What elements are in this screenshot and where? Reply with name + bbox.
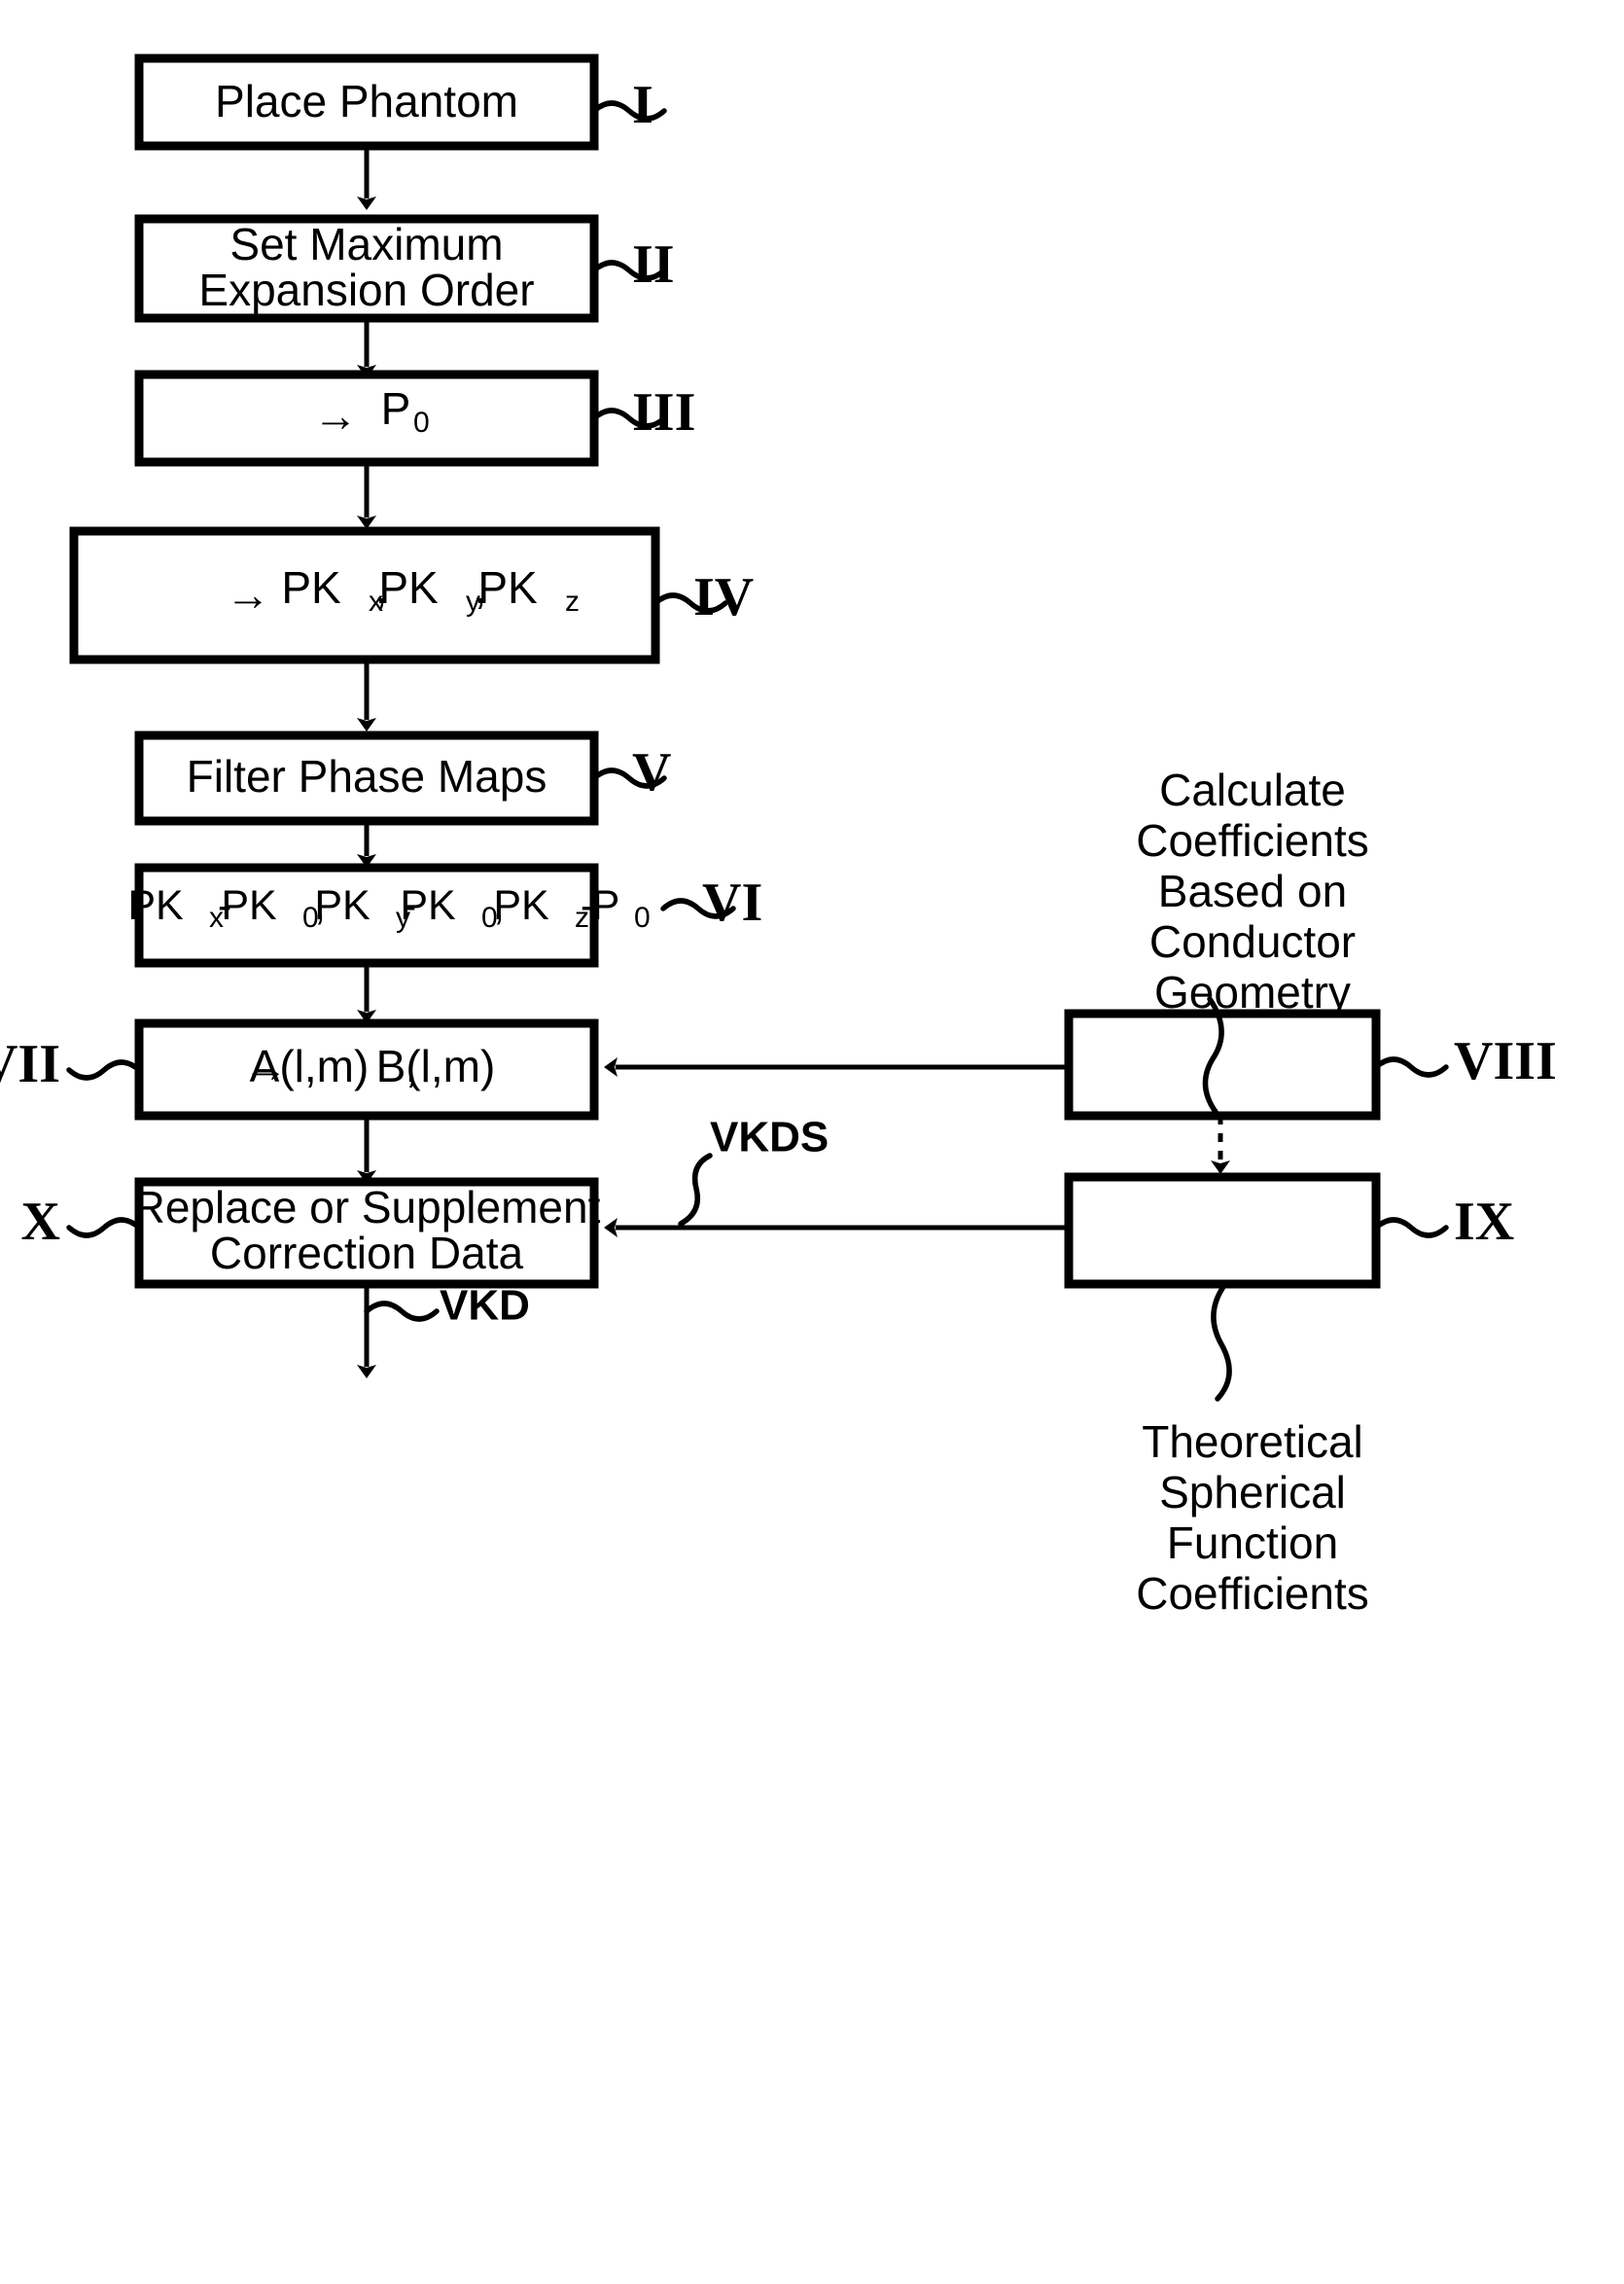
callout-leader-IX [1211,1281,1232,1402]
math-B-lm-VII: B(l,m) [376,1041,496,1091]
svg-text:PK: PK [314,882,371,929]
step-label-II-line1: Set Maximum [229,219,503,269]
svg-text:Based on: Based on [1158,866,1347,916]
math-sub-0-VI-3: 0 [634,902,651,934]
step-roman-II: II [632,234,675,295]
svg-text:B(l,m): B(l,m) [376,1041,496,1091]
flowchart-figure: Place Phantom I Set Maximum Expansion Or… [0,0,1624,2284]
step-roman-I: I [632,75,653,135]
svg-text:Geometry: Geometry [1154,967,1351,1017]
math-PK-VI-5: PK [493,882,549,929]
math-sub-z-IV: z [565,586,580,618]
svg-text:PK: PK [400,882,456,929]
math-P-VI: P [592,882,620,929]
step-box-IX[interactable] [1064,1172,1381,1289]
step-roman-III: III [632,382,695,443]
step-roman-IV: IV [693,567,754,627]
math-P-sub-III: 0 [413,407,430,439]
svg-text:Theoretical: Theoretical [1142,1416,1363,1467]
math-PK-y-IV: PK [378,562,439,613]
svg-text:PK: PK [127,882,184,929]
svg-text:PK: PK [221,882,277,929]
math-arrow-III: → [313,390,358,441]
math-arrow-IV: → [226,569,270,620]
step-label-II-line2: Expansion Order [198,265,534,315]
svg-text:PK: PK [378,562,439,613]
math-PK-VI-3: PK [314,882,371,929]
svg-text:P: P [381,383,411,434]
callout-text-VIII: Calculate Coefficients Based on Conducto… [1136,765,1369,1017]
math-PK-VI-2: PK [221,882,277,929]
step-label-V: Filter Phase Maps [187,751,547,802]
svg-text:0: 0 [634,902,651,934]
math-PK-z-IV: PK [477,562,538,613]
step-box-III[interactable] [134,370,599,467]
step-label-X-line1: Replace or Supplement [133,1182,601,1232]
svg-text:→: → [226,569,270,620]
step-roman-VII: VII [0,1034,60,1094]
math-A-lm-VII: A(l,m) [250,1041,370,1091]
step-label-I: Place Phantom [215,76,518,126]
leader-line-VKD [364,1301,440,1322]
math-PK-VI-1: PK [127,882,184,929]
step-roman-X: X [21,1192,60,1252]
svg-text:0: 0 [413,407,430,439]
svg-text:Conductor: Conductor [1149,916,1356,967]
leader-line-VKDS [678,1153,713,1227]
svg-text:PK: PK [477,562,538,613]
callout-text-IX: Theoretical Spherical Function Coefficie… [1136,1416,1369,1619]
leader-line-VII [66,1059,142,1081]
svg-text:Calculate: Calculate [1159,765,1346,815]
step-label-X-line2: Correction Data [210,1228,524,1278]
step-roman-VI: VI [702,873,762,933]
svg-text:A(l,m): A(l,m) [250,1041,370,1091]
leader-line-I [591,100,667,122]
svg-text:Coefficients: Coefficients [1136,815,1369,866]
leader-line-IX [1373,1217,1449,1238]
signal-label-VKDS: VKDS [710,1114,829,1161]
svg-text:→: → [313,390,358,441]
svg-text:Spherical: Spherical [1159,1467,1346,1517]
leader-line-X [66,1217,142,1238]
math-P-III: P [381,383,411,434]
svg-text:PK: PK [281,562,341,613]
svg-text:Function: Function [1167,1517,1338,1568]
svg-text:PK: PK [493,882,549,929]
svg-text:Coefficients: Coefficients [1136,1568,1369,1619]
svg-text:z: z [565,586,580,618]
step-roman-IX: IX [1454,1192,1514,1252]
math-PK-x-IV: PK [281,562,341,613]
flowchart-canvas: Place Phantom I Set Maximum Expansion Or… [0,54,1557,1619]
leader-line-VIII [1373,1056,1449,1078]
svg-text:P: P [592,882,620,929]
step-roman-VIII: VIII [1454,1031,1557,1091]
math-PK-VI-4: PK [400,882,456,929]
signal-label-VKD: VKD [440,1282,530,1330]
step-roman-V: V [632,742,671,803]
